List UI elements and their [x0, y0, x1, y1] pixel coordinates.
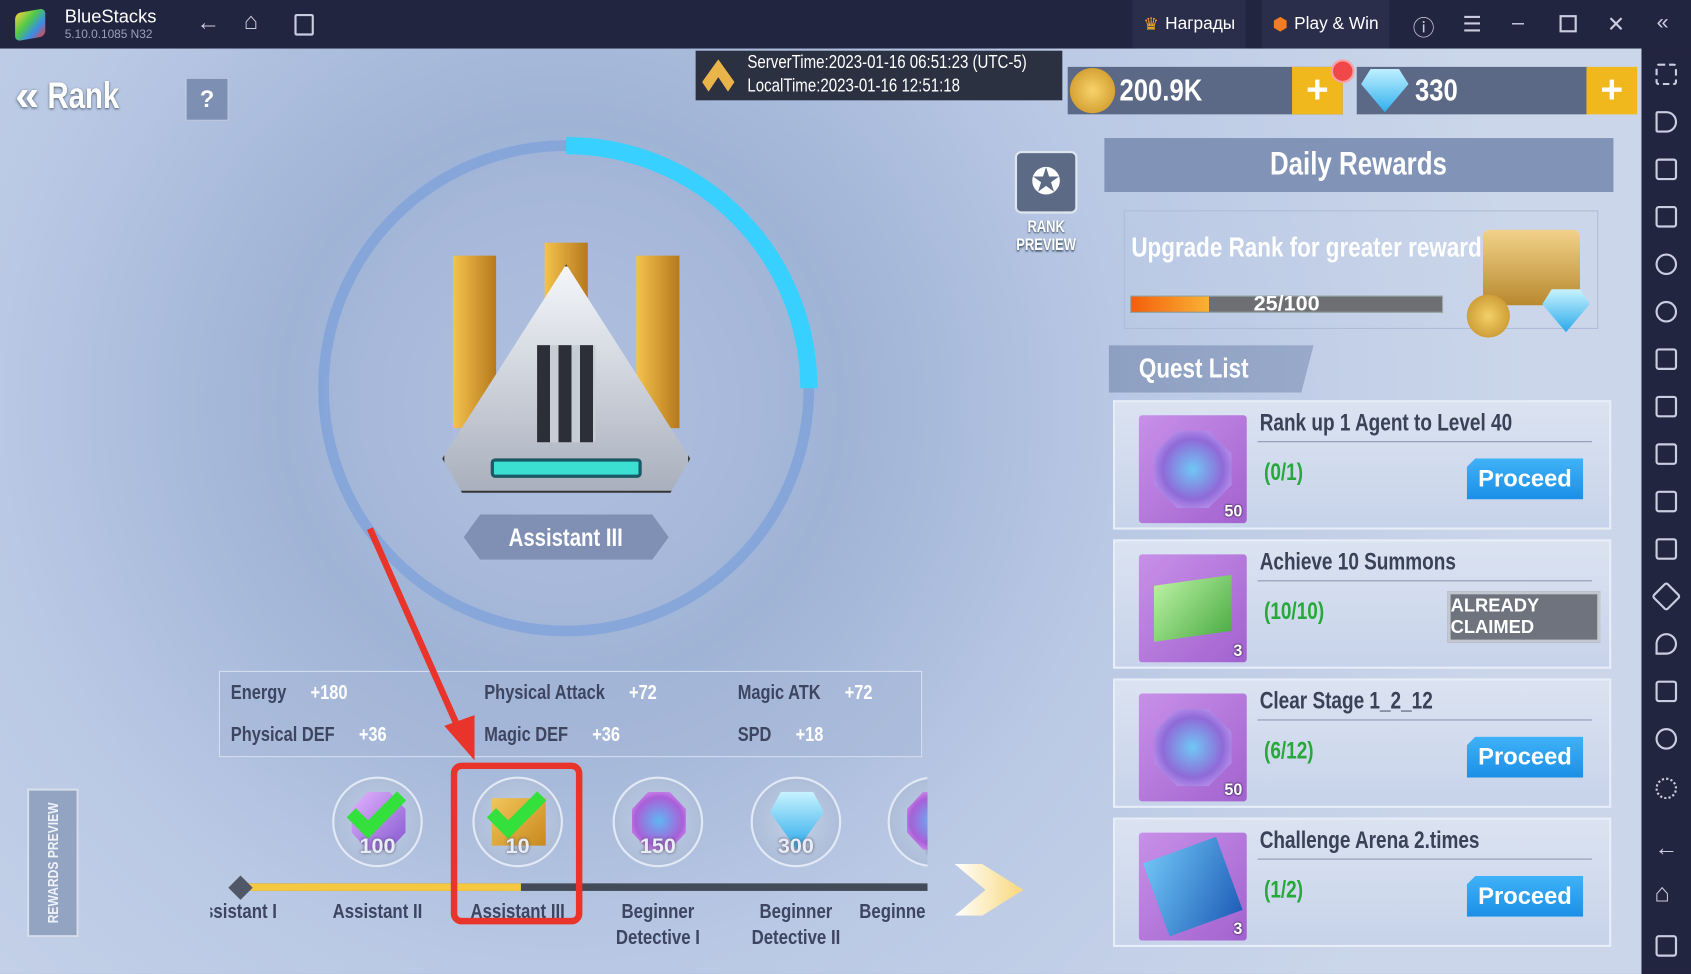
- crystal-icon: [1153, 430, 1232, 509]
- fullscreen-icon[interactable]: [1655, 63, 1678, 86]
- rank-reward-progress[interactable]: 25/100: [1130, 292, 1444, 316]
- quest-card: 3 Achieve 10 Summons (10/10) ALREADY CLA…: [1113, 539, 1612, 669]
- volume-icon[interactable]: [1655, 111, 1678, 133]
- sidebar-back-icon[interactable]: ←: [1654, 834, 1678, 862]
- proceed-button[interactable]: Proceed: [1466, 458, 1584, 500]
- multi-instance-icon[interactable]: [1655, 538, 1678, 560]
- proceed-button[interactable]: Proceed: [1466, 736, 1584, 778]
- collapse-sidebar-icon[interactable]: «: [1657, 11, 1669, 36]
- apk-icon[interactable]: [1655, 395, 1678, 418]
- quest-reward-item: 3: [1138, 554, 1247, 663]
- bluestacks-logo-icon: [15, 8, 46, 42]
- treasure-chest-icon[interactable]: [1466, 229, 1596, 349]
- app-name: BlueStacks: [64, 6, 157, 27]
- play-win-icon: ⬢: [1272, 15, 1288, 34]
- folder-icon[interactable]: [1655, 490, 1678, 513]
- quest-reward-item: 50: [1138, 693, 1247, 802]
- rewards-button[interactable]: ♛ Награды: [1132, 0, 1246, 49]
- menu-icon[interactable]: ☰: [1462, 11, 1481, 38]
- record-icon[interactable]: [1655, 253, 1678, 276]
- summon-ticket-icon: [1153, 574, 1232, 642]
- back-icon[interactable]: ←: [196, 9, 220, 37]
- quest-list-header: Quest List: [1108, 345, 1314, 393]
- settings-icon[interactable]: [1655, 777, 1678, 800]
- crystal-icon: [1153, 708, 1232, 787]
- speed-icon[interactable]: [1655, 728, 1678, 750]
- home-icon[interactable]: ⌂: [244, 8, 258, 36]
- layers-icon[interactable]: [1655, 680, 1678, 703]
- app-version: 5.10.0.1085 N32: [64, 28, 153, 41]
- keyboard-icon[interactable]: [1655, 206, 1678, 228]
- game-screen: « Rank ? ServerTime:2023-01-16 06:51:23 …: [0, 48, 1642, 974]
- quest-card: 50 Clear Stage 1_2_12 (6/12) Proceed: [1113, 678, 1612, 808]
- recent-apps-icon[interactable]: [294, 14, 314, 36]
- daily-rewards-header: Daily Rewards: [1104, 138, 1614, 192]
- close-icon[interactable]: ✕: [1607, 11, 1625, 38]
- quest-reward-item: 50: [1138, 415, 1247, 524]
- help-icon[interactable]: ⓘ: [1413, 11, 1435, 42]
- quest-reward-item: 3: [1138, 832, 1247, 941]
- quest-card: 3 Challenge Arena 2.times (1/2) Proceed: [1113, 817, 1612, 948]
- play-win-button[interactable]: ⬢ Play & Win: [1261, 0, 1390, 49]
- already-claimed-button: ALREADY CLAIMED: [1447, 591, 1601, 643]
- sidebar-home-icon[interactable]: ⌂: [1654, 879, 1670, 909]
- sidebar-recent-icon[interactable]: [1655, 935, 1678, 957]
- maximize-icon[interactable]: [1559, 15, 1577, 33]
- minimize-icon[interactable]: –: [1512, 11, 1524, 36]
- crown-icon: ♛: [1143, 15, 1159, 34]
- bluestacks-sidebar: ← ⌂: [1641, 48, 1691, 974]
- screenshot-icon[interactable]: [1655, 443, 1678, 465]
- highlight-box: [450, 762, 583, 925]
- arena-ticket-icon: [1143, 836, 1243, 937]
- title-bar: BlueStacks 5.10.0.1085 N32 ← ⌂ ♛ Награды …: [0, 0, 1691, 49]
- location-icon[interactable]: [1655, 633, 1678, 655]
- rotate-icon[interactable]: [1655, 300, 1678, 323]
- macro-icon[interactable]: [1655, 348, 1678, 370]
- pointer-icon[interactable]: [1655, 158, 1678, 181]
- eraser-icon[interactable]: [1651, 581, 1682, 612]
- proceed-button[interactable]: Proceed: [1466, 875, 1584, 917]
- quest-card: 50 Rank up 1 Agent to Level 40 (0/1) Pro…: [1113, 400, 1612, 530]
